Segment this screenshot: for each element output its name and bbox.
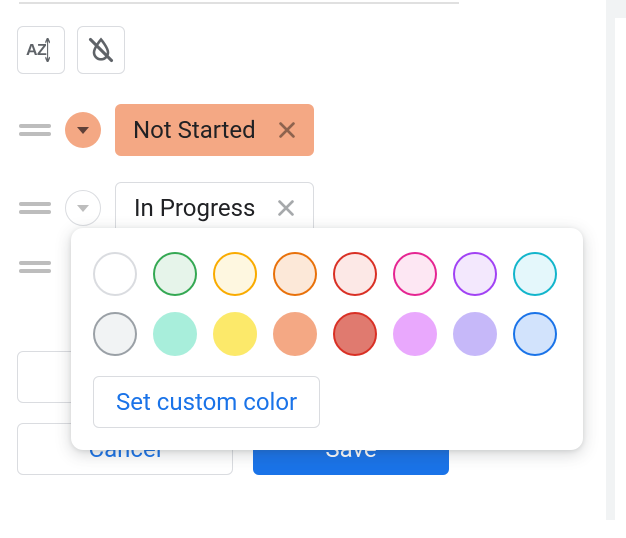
set-custom-color-label: Set custom color — [116, 388, 297, 416]
color-swatch[interactable] — [333, 252, 377, 296]
color-swatch[interactable] — [153, 252, 197, 296]
color-swatch[interactable] — [153, 312, 197, 356]
sort-az-button[interactable]: A Z — [17, 26, 65, 74]
color-swatch[interactable] — [333, 312, 377, 356]
chevron-down-icon — [77, 127, 89, 134]
drag-handle[interactable] — [19, 123, 51, 137]
color-dropdown-button[interactable] — [65, 190, 101, 226]
color-swatch[interactable] — [213, 312, 257, 356]
color-swatch-grid — [93, 252, 561, 356]
status-chip-in-progress[interactable]: In Progress — [115, 182, 314, 234]
remove-status-button[interactable] — [274, 117, 300, 143]
color-swatch[interactable] — [93, 312, 137, 356]
svg-text:Z: Z — [37, 42, 47, 59]
color-swatch[interactable] — [513, 312, 557, 356]
chevron-down-icon — [77, 205, 89, 212]
color-dropdown-button[interactable] — [65, 112, 101, 148]
drag-handle[interactable] — [19, 201, 51, 215]
color-swatch[interactable] — [453, 312, 497, 356]
right-rail-inner — [615, 18, 626, 538]
close-icon — [275, 197, 297, 219]
color-off-button[interactable] — [77, 26, 125, 74]
drag-handle[interactable] — [19, 260, 51, 274]
color-swatch[interactable] — [453, 252, 497, 296]
set-custom-color-button[interactable]: Set custom color — [93, 376, 320, 428]
color-swatch[interactable] — [93, 252, 137, 296]
color-swatch[interactable] — [273, 252, 317, 296]
color-swatch[interactable] — [513, 252, 557, 296]
status-chip-not-started[interactable]: Not Started — [115, 104, 314, 156]
color-picker-popover: Set custom color — [71, 228, 583, 450]
status-chip-label: Not Started — [133, 116, 256, 144]
remove-status-button[interactable] — [273, 195, 299, 221]
color-swatch[interactable] — [393, 312, 437, 356]
color-swatch[interactable] — [273, 312, 317, 356]
color-swatch[interactable] — [213, 252, 257, 296]
top-divider — [19, 2, 459, 4]
close-icon — [276, 119, 298, 141]
status-chip-label: In Progress — [134, 194, 255, 222]
color-swatch[interactable] — [393, 252, 437, 296]
